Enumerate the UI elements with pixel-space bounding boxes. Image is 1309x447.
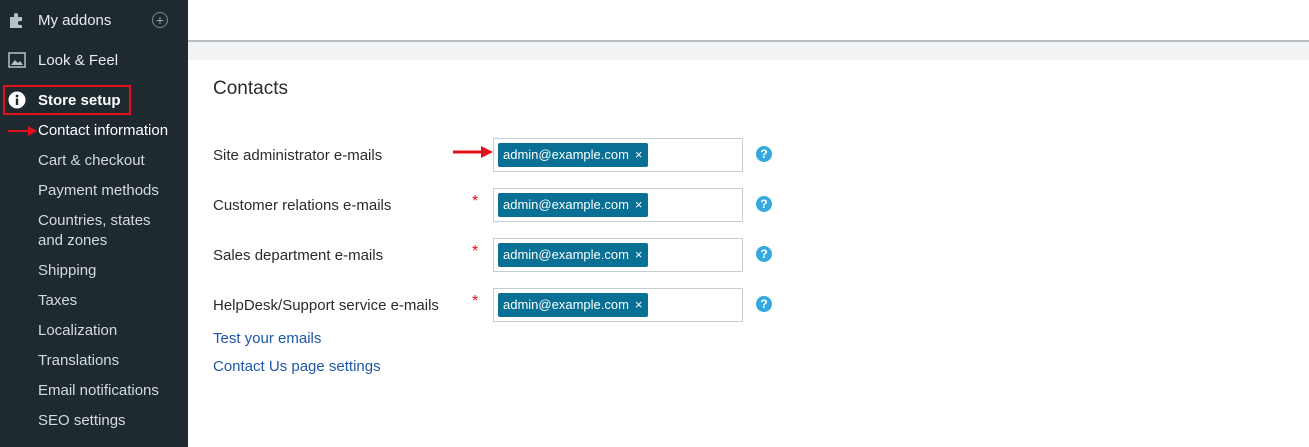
sidebar-item-translations[interactable]: Translations	[38, 351, 186, 371]
required-asterisk: *	[472, 193, 479, 210]
sidebar-item-email-notifications[interactable]: Email notifications	[38, 381, 186, 401]
arrow-right-icon	[453, 146, 493, 158]
sidebar-item-label: Store setup	[38, 91, 121, 109]
sidebar-item-look-feel[interactable]: Look & Feel	[0, 40, 188, 80]
sidebar-item-seo-settings[interactable]: SEO settings	[38, 411, 186, 431]
sidebar-item-contact-information[interactable]: Contact information	[38, 121, 186, 141]
sidebar-item-payment-methods[interactable]: Payment methods	[38, 181, 186, 201]
field-label-customer-relations-emails: Customer relations e-mails	[213, 197, 392, 214]
help-icon[interactable]: ?	[756, 246, 772, 262]
email-tag-label: admin@example.com	[503, 147, 629, 162]
required-asterisk: *	[472, 293, 479, 310]
sidebar-item-label: My addons	[38, 11, 112, 29]
email-tag: admin@example.com ×	[498, 193, 648, 217]
sidebar-item-shipping[interactable]: Shipping	[38, 261, 186, 281]
sidebar-item-countries-states-zones[interactable]: Countries, states and zones	[38, 211, 158, 251]
help-icon[interactable]: ?	[756, 196, 772, 212]
remove-tag-icon[interactable]: ×	[635, 197, 643, 212]
remove-tag-icon[interactable]: ×	[635, 247, 643, 262]
test-emails-link[interactable]: Test your emails	[213, 330, 321, 347]
add-addon-button[interactable]: +	[152, 12, 168, 28]
email-tag-label: admin@example.com	[503, 247, 629, 262]
remove-tag-icon[interactable]: ×	[635, 147, 643, 162]
field-label-helpdesk-emails: HelpDesk/Support service e-mails	[213, 297, 439, 314]
field-label-site-admin-emails: Site administrator e-mails	[213, 147, 383, 164]
puzzle-icon	[8, 11, 26, 29]
help-icon[interactable]: ?	[756, 146, 772, 162]
arrow-right-icon	[8, 126, 37, 136]
email-tag: admin@example.com ×	[498, 293, 648, 317]
customer-relations-emails-input[interactable]: admin@example.com ×	[493, 188, 743, 222]
contact-us-settings-link[interactable]: Contact Us page settings	[213, 358, 381, 375]
sidebar-item-cart-checkout[interactable]: Cart & checkout	[38, 151, 186, 171]
email-tag-label: admin@example.com	[503, 197, 629, 212]
site-admin-emails-input[interactable]: admin@example.com ×	[493, 138, 743, 172]
sales-department-emails-input[interactable]: admin@example.com ×	[493, 238, 743, 272]
sidebar-item-taxes[interactable]: Taxes	[38, 291, 186, 311]
sidebar-item-localization[interactable]: Localization	[38, 321, 186, 341]
image-icon	[8, 51, 26, 69]
email-tag: admin@example.com ×	[498, 143, 648, 167]
top-bar-divider	[188, 42, 1309, 60]
email-tag-label: admin@example.com	[503, 297, 629, 312]
sidebar: My addons + Look & Feel Store setup Cont…	[0, 0, 188, 447]
top-bar	[188, 0, 1309, 42]
info-icon	[8, 91, 26, 109]
remove-tag-icon[interactable]: ×	[635, 297, 643, 312]
sidebar-item-label: Look & Feel	[38, 51, 119, 69]
help-icon[interactable]: ?	[756, 296, 772, 312]
helpdesk-emails-input[interactable]: admin@example.com ×	[493, 288, 743, 322]
field-label-sales-department-emails: Sales department e-mails	[213, 247, 384, 264]
page-title: Contacts	[213, 78, 288, 99]
required-asterisk: *	[472, 243, 479, 260]
email-tag: admin@example.com ×	[498, 243, 648, 267]
sidebar-item-store-setup[interactable]: Store setup	[0, 80, 188, 120]
sidebar-item-my-addons[interactable]: My addons +	[0, 0, 188, 40]
